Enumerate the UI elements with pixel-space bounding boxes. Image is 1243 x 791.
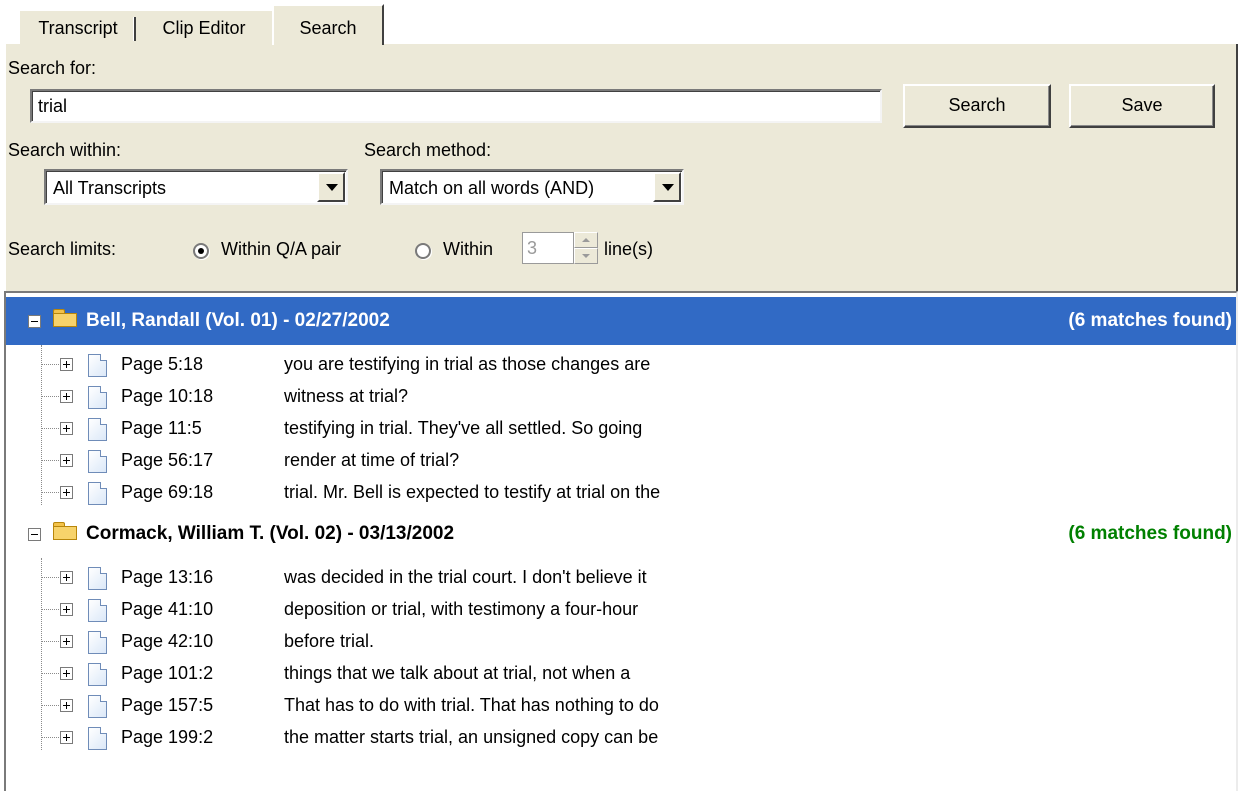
- tab-clip-editor-label: Clip Editor: [162, 18, 246, 38]
- page-ref: Page 157:5: [121, 695, 214, 715]
- expand-icon[interactable]: [60, 731, 73, 744]
- expand-icon[interactable]: [60, 454, 73, 467]
- chevron-down-icon[interactable]: [317, 172, 345, 202]
- expand-icon[interactable]: [60, 358, 73, 371]
- list-item[interactable]: Page 101:2 things that we talk about at …: [6, 657, 1236, 689]
- result-group-bell[interactable]: Bell, Randall (Vol. 01) - 02/27/2002 (6 …: [6, 297, 1236, 345]
- radio-within-qa-pair[interactable]: [193, 243, 209, 259]
- expand-icon[interactable]: [60, 699, 73, 712]
- search-within-label: Search within:: [8, 140, 122, 160]
- list-item[interactable]: Page 157:5 That has to do with trial. Th…: [6, 689, 1236, 721]
- page-ref: Page 69:18: [121, 482, 214, 502]
- list-item[interactable]: Page 42:10 before trial.: [6, 625, 1236, 657]
- page-ref: Page 10:18: [121, 386, 214, 406]
- expand-icon[interactable]: [60, 422, 73, 435]
- tab-strip: Transcript Clip Editor Search: [0, 0, 1243, 46]
- search-within-value: All Transcripts: [53, 178, 167, 198]
- stepper-down-icon[interactable]: [574, 248, 598, 264]
- expand-icon[interactable]: [60, 571, 73, 584]
- document-icon: [88, 418, 107, 441]
- document-icon: [88, 450, 107, 473]
- tab-clip-editor[interactable]: Clip Editor: [136, 10, 272, 44]
- snippet: trial. Mr. Bell is expected to testify a…: [284, 482, 661, 502]
- document-icon: [88, 695, 107, 718]
- expand-icon[interactable]: [60, 603, 73, 616]
- radio-within-lines[interactable]: [415, 243, 431, 259]
- save-button[interactable]: Save: [1069, 84, 1215, 128]
- page-ref: Page 5:18: [121, 354, 204, 374]
- search-method-label: Search method:: [364, 140, 492, 160]
- list-item[interactable]: Page 199:2 the matter starts trial, an u…: [6, 721, 1236, 753]
- search-panel: Search for: trial Search Save Search wit…: [4, 44, 1238, 291]
- tab-search[interactable]: Search: [272, 4, 384, 45]
- page-ref: Page 42:10: [121, 631, 214, 651]
- search-button[interactable]: Search: [903, 84, 1051, 128]
- page-ref: Page 101:2: [121, 663, 214, 683]
- document-icon: [88, 482, 107, 505]
- result-group-title: Cormack, William T. (Vol. 02) - 03/13/20…: [86, 523, 455, 544]
- results-tree: Bell, Randall (Vol. 01) - 02/27/2002 (6 …: [4, 291, 1238, 791]
- list-item[interactable]: Page 69:18 trial. Mr. Bell is expected t…: [6, 476, 1236, 508]
- tab-search-label: Search: [299, 18, 357, 38]
- result-group-title: Bell, Randall (Vol. 01) - 02/27/2002: [86, 310, 390, 331]
- snippet: That has to do with trial. That has noth…: [284, 695, 659, 715]
- document-icon: [88, 663, 107, 686]
- folder-icon: [53, 309, 77, 327]
- list-item[interactable]: Page 10:18 witness at trial?: [6, 380, 1236, 412]
- expand-icon[interactable]: [60, 390, 73, 403]
- expand-icon[interactable]: [60, 486, 73, 499]
- snippet: witness at trial?: [284, 386, 409, 406]
- tab-transcript[interactable]: Transcript: [20, 10, 136, 44]
- page-ref: Page 11:5: [121, 418, 202, 438]
- snippet: was decided in the trial court. I don't …: [284, 567, 647, 587]
- page-ref: Page 13:16: [121, 567, 214, 587]
- tab-transcript-label: Transcript: [38, 18, 118, 38]
- search-limits-label: Search limits:: [8, 239, 117, 259]
- chevron-down-icon[interactable]: [653, 172, 681, 202]
- snippet: things that we talk about at trial, not …: [284, 663, 631, 683]
- document-icon: [88, 354, 107, 377]
- list-item[interactable]: Page 56:17 render at time of trial?: [6, 444, 1236, 476]
- collapse-icon[interactable]: [28, 528, 41, 541]
- match-count-badge: (6 matches found): [1068, 310, 1232, 331]
- lines-count-stepper[interactable]: [574, 232, 598, 264]
- page-ref: Page 41:10: [121, 599, 214, 619]
- document-icon: [88, 599, 107, 622]
- expand-icon[interactable]: [60, 667, 73, 680]
- document-icon: [88, 631, 107, 654]
- folder-icon: [53, 522, 77, 540]
- page-ref: Page 56:17: [121, 450, 214, 470]
- match-count-badge: (6 matches found): [1068, 523, 1232, 544]
- search-input[interactable]: trial: [30, 89, 882, 123]
- page-ref: Page 199:2: [121, 727, 214, 747]
- list-item[interactable]: Page 5:18 you are testifying in trial as…: [6, 348, 1236, 380]
- snippet: render at time of trial?: [284, 450, 460, 470]
- list-item[interactable]: Page 13:16 was decided in the trial cour…: [6, 561, 1236, 593]
- list-item[interactable]: Page 41:10 deposition or trial, with tes…: [6, 593, 1236, 625]
- lines-suffix-label: line(s): [604, 239, 654, 259]
- radio-within-qa-pair-label[interactable]: Within Q/A pair: [221, 239, 341, 260]
- collapse-icon[interactable]: [28, 315, 41, 328]
- snippet: before trial.: [284, 631, 375, 651]
- snippet: deposition or trial, with testimony a fo…: [284, 599, 639, 619]
- stepper-up-icon[interactable]: [574, 232, 598, 248]
- snippet: testifying in trial. They've all settled…: [284, 418, 643, 438]
- snippet: the matter starts trial, an unsigned cop…: [284, 727, 659, 747]
- search-method-select[interactable]: Match on all words (AND): [380, 169, 684, 205]
- lines-count-input[interactable]: 3: [522, 232, 574, 264]
- document-icon: [88, 727, 107, 750]
- result-group-cormack[interactable]: Cormack, William T. (Vol. 02) - 03/13/20…: [6, 510, 1236, 558]
- search-within-select[interactable]: All Transcripts: [44, 169, 348, 205]
- list-item[interactable]: Page 11:5 testifying in trial. They've a…: [6, 412, 1236, 444]
- search-method-value: Match on all words (AND): [389, 178, 595, 198]
- document-icon: [88, 567, 107, 590]
- expand-icon[interactable]: [60, 635, 73, 648]
- snippet: you are testifying in trial as those cha…: [284, 354, 651, 374]
- document-icon: [88, 386, 107, 409]
- search-for-label: Search for:: [8, 58, 97, 78]
- radio-within-lines-label[interactable]: Within: [443, 239, 493, 260]
